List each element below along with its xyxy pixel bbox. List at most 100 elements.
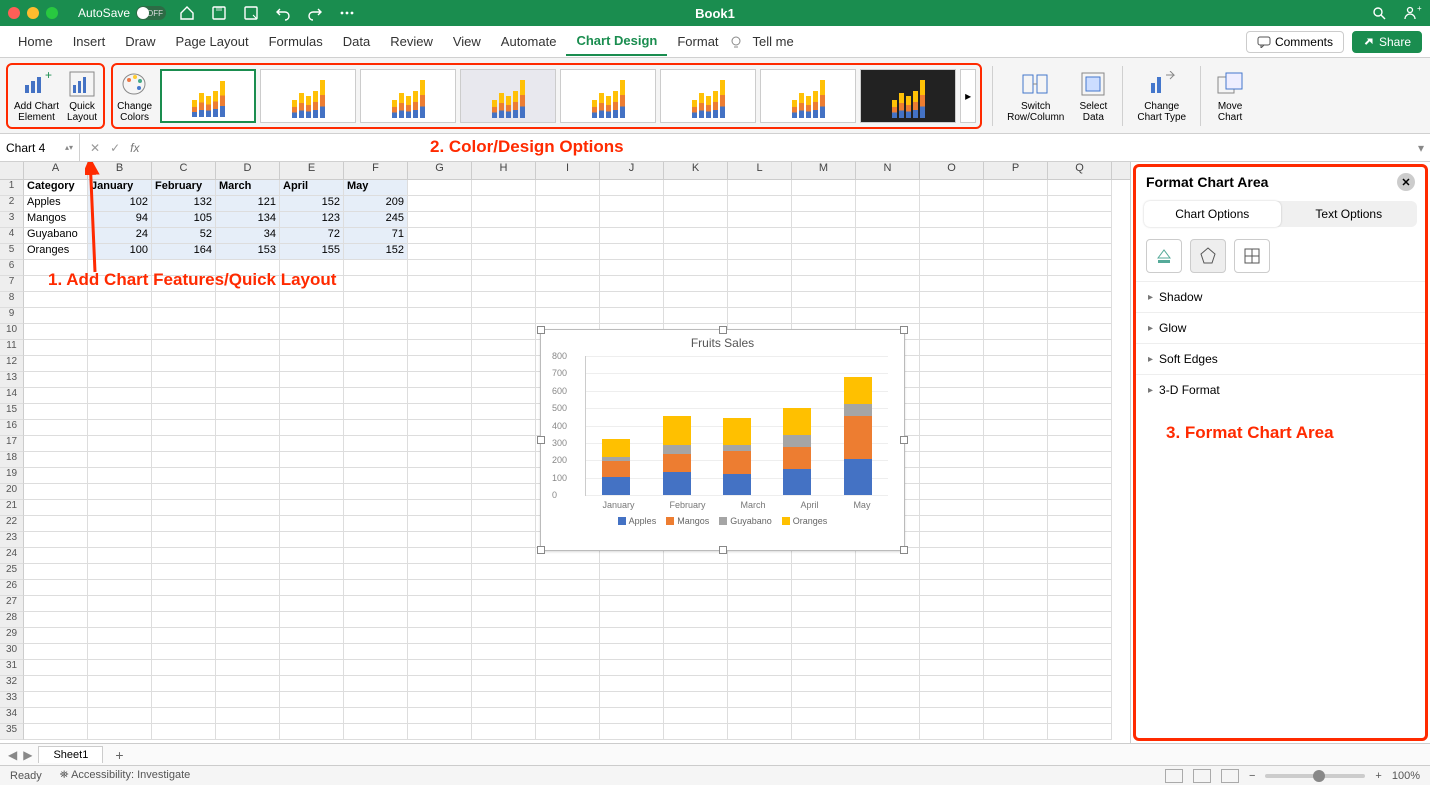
cell[interactable] (600, 628, 664, 644)
cell[interactable] (728, 196, 792, 212)
cell[interactable]: 164 (152, 244, 216, 260)
cell[interactable] (216, 292, 280, 308)
cell[interactable]: 24 (88, 228, 152, 244)
cell[interactable] (280, 388, 344, 404)
row-header[interactable]: 13 (0, 372, 24, 388)
cell[interactable] (856, 692, 920, 708)
cell[interactable] (408, 244, 472, 260)
row[interactable]: 28 (0, 612, 1130, 628)
cell[interactable] (1048, 612, 1112, 628)
cell[interactable] (24, 292, 88, 308)
cell[interactable] (984, 484, 1048, 500)
col-Q[interactable]: Q (1048, 162, 1112, 179)
cell[interactable] (984, 292, 1048, 308)
cell[interactable] (280, 340, 344, 356)
cell[interactable] (920, 596, 984, 612)
cell[interactable] (1048, 292, 1112, 308)
cell[interactable] (1048, 500, 1112, 516)
fill-line-icon[interactable] (1146, 239, 1182, 273)
cell[interactable] (24, 420, 88, 436)
cell[interactable] (152, 692, 216, 708)
cell[interactable] (984, 340, 1048, 356)
cell[interactable] (1048, 484, 1112, 500)
col-F[interactable]: F (344, 162, 408, 179)
cell[interactable] (152, 468, 216, 484)
pane-tab-text-options[interactable]: Text Options (1281, 201, 1418, 227)
cell[interactable] (920, 452, 984, 468)
cell[interactable] (344, 516, 408, 532)
chart-styles-gallery[interactable]: ▸ (156, 65, 980, 127)
add-chart-element-button[interactable]: + Add Chart Element (10, 67, 63, 125)
cell[interactable] (408, 548, 472, 564)
tab-insert[interactable]: Insert (63, 28, 116, 55)
cell[interactable] (856, 612, 920, 628)
cell[interactable] (536, 276, 600, 292)
cell[interactable] (408, 260, 472, 276)
cell[interactable] (1048, 468, 1112, 484)
row-header[interactable]: 3 (0, 212, 24, 228)
cell[interactable] (1048, 180, 1112, 196)
cell[interactable] (24, 356, 88, 372)
cell[interactable] (856, 180, 920, 196)
cell[interactable]: March (216, 180, 280, 196)
cell[interactable] (728, 276, 792, 292)
cell[interactable] (600, 260, 664, 276)
cell[interactable] (216, 340, 280, 356)
cell[interactable] (792, 212, 856, 228)
cell[interactable] (280, 612, 344, 628)
cell[interactable] (664, 596, 728, 612)
row-header[interactable]: 17 (0, 436, 24, 452)
cell[interactable] (600, 196, 664, 212)
cell[interactable] (216, 580, 280, 596)
cell[interactable] (728, 628, 792, 644)
cell[interactable] (792, 228, 856, 244)
cell[interactable] (600, 596, 664, 612)
cell[interactable]: 100 (88, 244, 152, 260)
col-J[interactable]: J (600, 162, 664, 179)
cell[interactable] (280, 436, 344, 452)
cell[interactable] (408, 564, 472, 580)
cell[interactable] (856, 276, 920, 292)
cell[interactable] (280, 356, 344, 372)
cell[interactable] (24, 548, 88, 564)
tab-chart-design[interactable]: Chart Design (566, 27, 667, 56)
tab-prev-icon[interactable]: ◀ (8, 748, 17, 762)
cell[interactable] (920, 420, 984, 436)
cell[interactable] (216, 388, 280, 404)
cell[interactable] (984, 436, 1048, 452)
cell[interactable] (920, 308, 984, 324)
row-header[interactable]: 18 (0, 452, 24, 468)
change-colors-button[interactable]: Change Colors (113, 67, 156, 125)
cell[interactable] (152, 420, 216, 436)
cell[interactable] (344, 660, 408, 676)
cell[interactable] (856, 708, 920, 724)
cell[interactable] (600, 308, 664, 324)
cell[interactable] (920, 356, 984, 372)
cell[interactable] (24, 596, 88, 612)
cell[interactable] (984, 660, 1048, 676)
cell[interactable] (152, 292, 216, 308)
cell[interactable] (984, 308, 1048, 324)
cell[interactable] (600, 644, 664, 660)
effects-icon[interactable] (1190, 239, 1226, 273)
cell[interactable] (1048, 564, 1112, 580)
cell[interactable] (472, 356, 536, 372)
resize-handle[interactable] (537, 546, 545, 554)
cell[interactable] (88, 452, 152, 468)
cell[interactable] (408, 676, 472, 692)
cell[interactable] (472, 708, 536, 724)
cell[interactable] (88, 564, 152, 580)
cell[interactable] (856, 292, 920, 308)
cell[interactable]: Mangos (24, 212, 88, 228)
cell[interactable] (1048, 372, 1112, 388)
cell[interactable] (920, 692, 984, 708)
cell[interactable] (152, 388, 216, 404)
cell[interactable] (920, 660, 984, 676)
cell[interactable] (728, 708, 792, 724)
cell[interactable] (152, 548, 216, 564)
accept-formula-icon[interactable]: ✓ (110, 141, 120, 155)
row[interactable]: 2Apples102132121152209 (0, 196, 1130, 212)
pane-item-3d-format[interactable]: ▸3-D Format (1136, 374, 1425, 405)
cell[interactable] (88, 532, 152, 548)
cell[interactable]: 121 (216, 196, 280, 212)
